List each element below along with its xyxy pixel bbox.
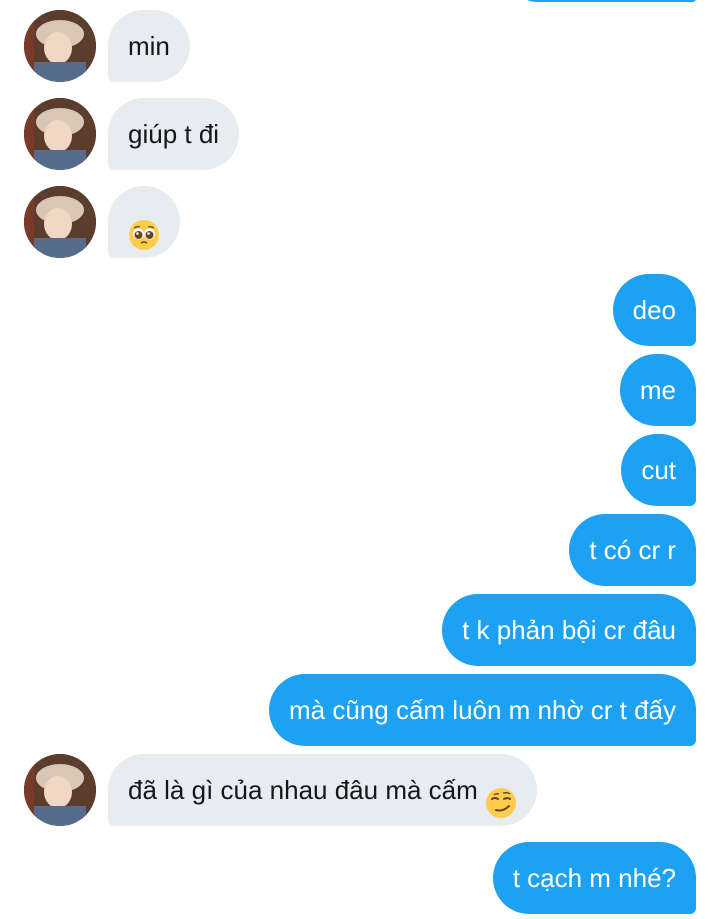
message-text: cut: [641, 455, 676, 485]
avatar-photo: [24, 10, 96, 82]
message-text: t k phản bội cr đâu: [462, 615, 676, 645]
outgoing-message-bubble[interactable]: t k phản bội cr đâu: [442, 594, 696, 666]
outgoing-message-bubble[interactable]: t cạch m nhé?: [492, 842, 696, 914]
message-text: me: [639, 375, 676, 405]
incoming-message-bubble[interactable]: giúp t đi: [108, 98, 240, 170]
incoming-message-bubble[interactable]: đã là gì của nhau đâu mà cấm: [108, 754, 538, 826]
message-text: giúp t đi: [128, 119, 220, 149]
pleading-face-emoji: [128, 206, 160, 251]
conversation-thread: min giúp t đi deo me cut t có cr r t k p…: [0, 0, 720, 919]
cut-off-message-bubble[interactable]: [516, 0, 696, 2]
outgoing-message-bubble[interactable]: cut: [621, 434, 696, 506]
message-text: deo: [632, 295, 676, 325]
incoming-message-bubble[interactable]: min: [108, 10, 190, 82]
outgoing-message-bubble[interactable]: deo: [612, 274, 696, 346]
outgoing-message-bubble[interactable]: t có cr r: [569, 514, 696, 586]
avatar[interactable]: [24, 98, 96, 170]
outgoing-message-bubble[interactable]: mà cũng cấm luôn m nhờ cr t đấy: [269, 674, 696, 746]
avatar[interactable]: [24, 10, 96, 82]
outgoing-message-bubble[interactable]: me: [619, 354, 696, 426]
message-text: t có cr r: [589, 535, 676, 565]
smirking-face-emoji: [485, 774, 517, 819]
incoming-message-bubble[interactable]: [108, 186, 180, 258]
avatar-photo: [24, 186, 96, 258]
avatar[interactable]: [24, 754, 96, 826]
avatar-photo: [24, 754, 96, 826]
avatar[interactable]: [24, 186, 96, 258]
message-text: min: [128, 31, 170, 61]
message-text: t cạch m nhé?: [512, 863, 676, 893]
avatar-photo: [24, 98, 96, 170]
message-text: đã là gì của nhau đâu mà cấm: [128, 775, 486, 805]
message-text: mà cũng cấm luôn m nhờ cr t đấy: [289, 695, 676, 725]
